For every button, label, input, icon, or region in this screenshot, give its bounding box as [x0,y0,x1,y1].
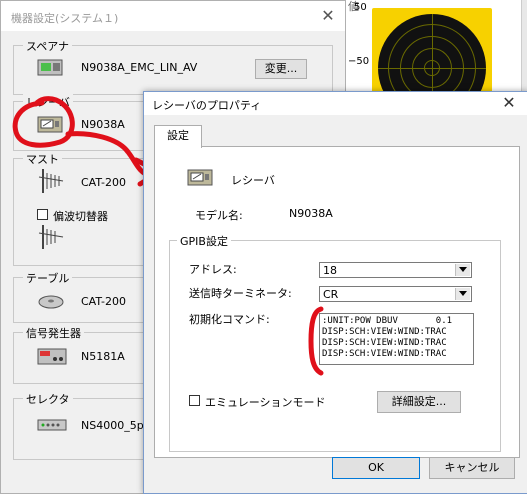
init-command-label: 初期化コマンド: [189,313,270,326]
terminator-label: 送信時ターミネータ: [189,287,292,300]
init-command-line: DISP:SCH:VIEW:WIND:TRAC [322,349,447,359]
terminator-value: CR [323,288,339,301]
address-label: アドレス: [189,263,237,276]
init-command-line: DISP:SCH:VIEW:WIND:TRAC [322,338,447,348]
receiver-properties-dialog: レシーバのプロパティ ✕ 設定 レシーバ モデル名: N9038A GPIB設定… [143,91,527,494]
model-value: N9038A [289,207,333,220]
address-value: 18 [323,264,337,277]
receiver-heading: レシーバ [231,174,275,187]
receiver-icon [187,167,213,187]
chevron-down-icon[interactable] [455,264,470,276]
tab-settings[interactable]: 設定 [154,125,202,148]
close-icon[interactable]: ✕ [498,93,520,113]
cancel-button[interactable]: キャンセル [429,457,515,479]
init-command-textarea[interactable]: :UNIT:POW DBUV 0.1 DISP:SCH:VIEW:WIND:TR… [319,313,474,365]
settings-tab-panel: レシーバ モデル名: N9038A GPIB設定 アドレス: 18 送信時ターミ… [154,146,520,458]
init-command-line: :UNIT:POW DBUV 0.1 [322,316,453,326]
model-label: モデル名: [195,209,243,222]
ok-button[interactable]: OK [332,457,420,479]
init-command-line: DISP:SCH:VIEW:WIND:TRAC [322,327,447,337]
gpib-group-label: GPIB設定 [177,233,231,249]
props-dialog-titlebar: レシーバのプロパティ ✕ [144,92,527,115]
chevron-down-icon[interactable] [455,288,470,300]
address-select[interactable]: 18 [319,262,472,278]
emulation-mode-checkbox[interactable] [189,395,200,406]
emulation-mode-label: エミュレーションモード [205,396,326,409]
terminator-select[interactable]: CR [319,286,472,302]
red-annotation-bracket [308,306,324,376]
props-dialog-title: レシーバのプロパティ [152,99,262,112]
details-settings-button[interactable]: 詳細設定... [377,391,461,413]
